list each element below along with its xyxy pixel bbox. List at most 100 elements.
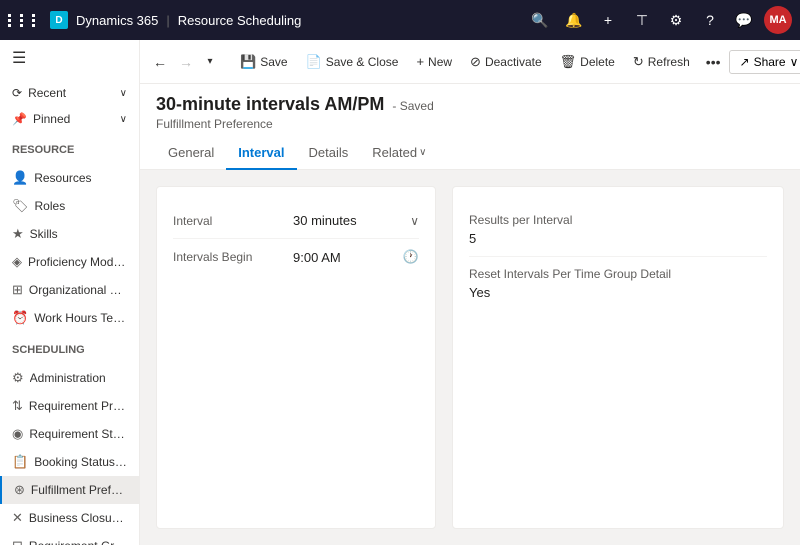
forward-button[interactable]: → (174, 50, 198, 74)
hamburger-icon[interactable]: ☰ (0, 40, 139, 76)
intervals-begin-label: Intervals Begin (173, 250, 293, 264)
save-close-button[interactable]: 📄 Save & Close (298, 50, 407, 74)
intervals-begin-value: 9:00 AM 🕐 (293, 249, 419, 265)
scheduling-section: ⚙ Administration ⇅ Requirement Priori...… (0, 360, 139, 545)
intervals-begin-row: Intervals Begin 9:00 AM 🕐 (173, 239, 419, 275)
refresh-button[interactable]: ↻ Refresh (625, 50, 698, 74)
sidebar-item-req-group[interactable]: ⊟ Requirement Gro... (0, 532, 139, 545)
pinned-icon: 📌 (12, 112, 27, 126)
toolbar-right: ↗ Share ∨ ⛶ (729, 48, 800, 76)
req-status-icon: ◉ (12, 426, 23, 442)
results-per-interval-field: Results per Interval 5 (469, 203, 767, 257)
brand-divider: | (166, 13, 169, 28)
work-hours-icon: ⏰ (12, 310, 28, 326)
recent-chevron: ∨ (120, 88, 127, 99)
reset-intervals-field: Reset Intervals Per Time Group Detail Ye… (469, 257, 767, 310)
results-card: Results per Interval 5 Reset Intervals P… (452, 186, 784, 529)
app-name: Resource Scheduling (178, 13, 302, 28)
sidebar-item-req-priority[interactable]: ⇅ Requirement Priori... (0, 392, 139, 420)
delete-button[interactable]: 🗑 Delete (552, 50, 623, 74)
org-units-label: Organizational Un... (29, 283, 127, 297)
question-icon[interactable]: ? (696, 6, 724, 34)
new-icon: + (416, 54, 424, 69)
work-hours-label: Work Hours Temp... (34, 311, 127, 325)
sidebar-item-req-status[interactable]: ◉ Requirement Stat... (0, 420, 139, 448)
deactivate-button[interactable]: ⊘ Deactivate (462, 50, 550, 74)
refresh-icon: ↻ (633, 54, 644, 70)
sidebar-item-org-units[interactable]: ⊞ Organizational Un... (0, 276, 139, 304)
save-icon: 💾 (240, 54, 256, 70)
booking-label: Booking Statuses (34, 455, 127, 469)
sidebar-pinned[interactable]: 📌 Pinned ∨ (0, 106, 139, 132)
search-icon[interactable]: 🔍 (526, 6, 554, 34)
delete-label: Delete (580, 55, 615, 69)
gear-icon[interactable]: ⚙ (662, 6, 690, 34)
toolbar: ← → ▾ 💾 Save 📄 Save & Close + New ⊘ Deac… (140, 40, 800, 84)
more-button[interactable]: ••• (700, 50, 727, 74)
page-title: 30-minute intervals AM/PM (156, 94, 384, 115)
tab-related[interactable]: Related ∨ (360, 139, 438, 170)
deactivate-icon: ⊘ (470, 54, 481, 70)
skills-label: Skills (30, 227, 58, 241)
interval-dropdown-icon[interactable]: ∨ (410, 214, 419, 228)
results-per-interval-label: Results per Interval (469, 213, 767, 227)
interval-value: 30 minutes ∨ (293, 213, 419, 228)
top-nav-actions: 🔍 🔔 + ⊤ ⚙ ? 💬 MA (526, 6, 792, 34)
req-priority-icon: ⇅ (12, 398, 23, 414)
scheduling-category: Scheduling (0, 336, 139, 360)
sidebar-item-fulfillment[interactable]: ⊛ Fulfillment Prefere... (0, 476, 139, 504)
save-button[interactable]: 💾 Save (232, 50, 296, 74)
sidebar-item-skills[interactable]: ★ Skills (0, 220, 139, 248)
save-close-icon: 📄 (306, 54, 322, 70)
proficiency-icon: ◈ (12, 254, 22, 270)
skills-icon: ★ (12, 226, 24, 242)
refresh-label: Refresh (648, 55, 690, 69)
page-subtitle: Fulfillment Preference (156, 117, 784, 131)
sidebar-item-roles[interactable]: 🏷 Roles (0, 192, 139, 220)
sidebar-pinned-section: ⟳ Recent ∨ 📌 Pinned ∨ (0, 76, 139, 136)
share-button[interactable]: ↗ Share ∨ (729, 50, 800, 74)
avatar[interactable]: MA (764, 6, 792, 34)
tab-interval[interactable]: Interval (226, 139, 296, 170)
sidebar-item-booking-statuses[interactable]: 📋 Booking Statuses (0, 448, 139, 476)
grid-menu-icon[interactable] (8, 14, 42, 27)
interval-card: Interval 30 minutes ∨ Intervals Begin 9:… (156, 186, 436, 529)
tab-bar: General Interval Details Related ∨ (140, 131, 800, 170)
sidebar-item-resources[interactable]: 👤 Resources (0, 164, 139, 192)
req-group-label: Requirement Gro... (29, 539, 127, 545)
admin-label: Administration (30, 371, 106, 385)
filter-icon[interactable]: ⊤ (628, 6, 656, 34)
fulfillment-icon: ⊛ (14, 482, 25, 498)
org-units-icon: ⊞ (12, 282, 23, 298)
sidebar-recent[interactable]: ⟳ Recent ∨ (0, 80, 139, 106)
results-per-interval-value: 5 (469, 231, 767, 246)
business-closures-label: Business Closures (29, 511, 127, 525)
tab-details[interactable]: Details (297, 139, 361, 170)
sidebar-item-administration[interactable]: ⚙ Administration (0, 364, 139, 392)
bell-icon[interactable]: 🔔 (560, 6, 588, 34)
new-button[interactable]: + New (408, 50, 460, 73)
back-button[interactable]: ← (148, 50, 172, 74)
brand-name: Dynamics 365 (76, 13, 158, 28)
recent-icon: ⟳ (12, 86, 22, 100)
clock-icon[interactable]: 🕐 (403, 249, 419, 265)
req-group-icon: ⊟ (12, 538, 23, 545)
main-content: ← → ▾ 💾 Save 📄 Save & Close + New ⊘ Deac… (140, 40, 800, 545)
tab-general[interactable]: General (156, 139, 226, 170)
req-priority-label: Requirement Priori... (29, 399, 127, 413)
history-button[interactable]: ▾ (200, 50, 220, 74)
sidebar-item-proficiency[interactable]: ◈ Proficiency Models (0, 248, 139, 276)
saved-badge: - Saved (392, 99, 433, 113)
roles-icon: 🏷 (12, 198, 29, 214)
plus-icon[interactable]: + (594, 6, 622, 34)
page-header: 30-minute intervals AM/PM - Saved Fulfil… (140, 84, 800, 131)
share-label: Share (754, 55, 786, 69)
content-area: Interval 30 minutes ∨ Intervals Begin 9:… (140, 170, 800, 545)
pinned-label: Pinned (33, 112, 70, 126)
page-title-row: 30-minute intervals AM/PM - Saved (156, 94, 784, 115)
chat-icon[interactable]: 💬 (730, 6, 758, 34)
sidebar-item-work-hours[interactable]: ⏰ Work Hours Temp... (0, 304, 139, 332)
recent-label: Recent (28, 86, 66, 100)
main-layout: ☰ ⟳ Recent ∨ 📌 Pinned ∨ Resource 👤 Resou… (0, 40, 800, 545)
sidebar-item-business-closures[interactable]: ✕ Business Closures (0, 504, 139, 532)
